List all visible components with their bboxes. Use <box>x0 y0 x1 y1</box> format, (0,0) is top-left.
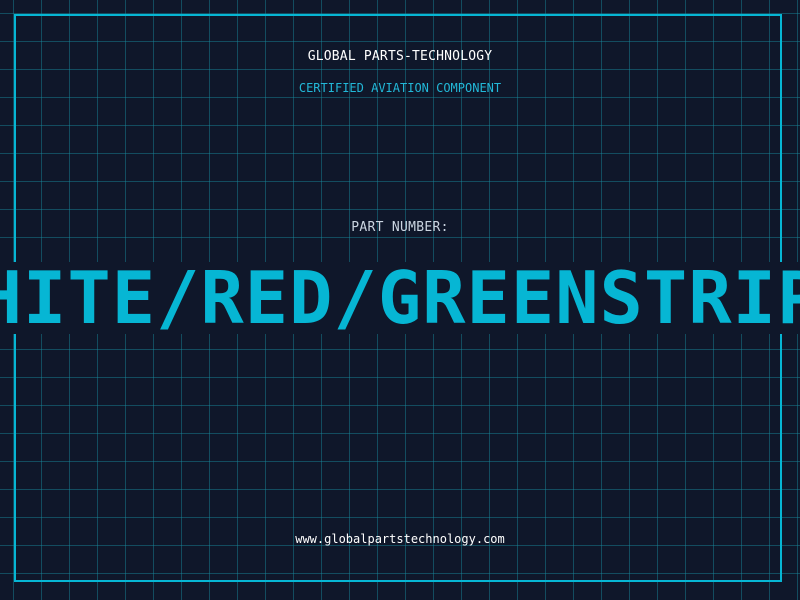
website-url: www.globalpartstechnology.com <box>295 532 505 546</box>
part-number-label: PART NUMBER: <box>351 220 449 235</box>
part-number-value: WHITE/RED/GREENSTRIPE <box>0 256 800 340</box>
company-name: GLOBAL PARTS-TECHNOLOGY <box>307 49 493 64</box>
certification-subtitle: CERTIFIED AVIATION COMPONENT <box>298 81 502 95</box>
label-card: GLOBAL PARTS-TECHNOLOGY CERTIFIED AVIATI… <box>0 0 800 600</box>
